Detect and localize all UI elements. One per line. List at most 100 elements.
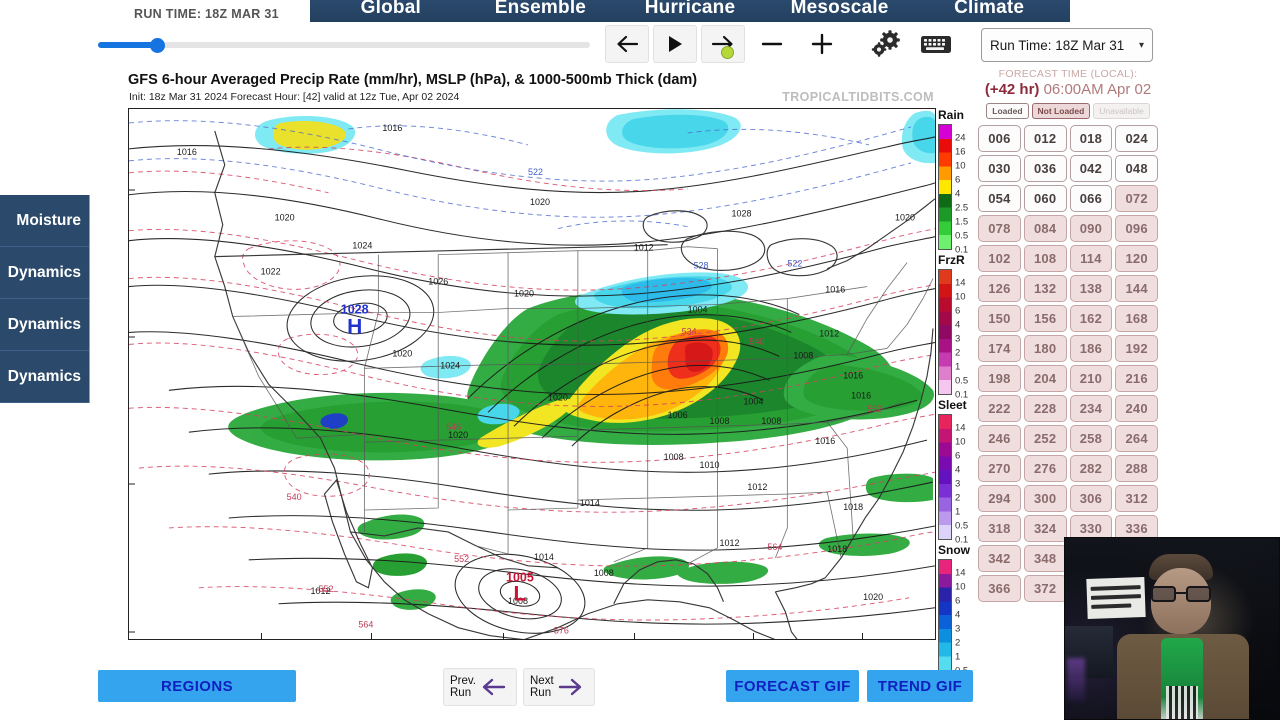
slider-thumb[interactable] [150,38,166,53]
forecast-hour-024[interactable]: 024 [1115,125,1158,152]
forecast-hour-198[interactable]: 198 [978,365,1021,392]
step-forward-button[interactable] [701,25,745,63]
prev-run-button[interactable]: Prev. Run [443,668,517,706]
forecast-hour-132[interactable]: 132 [1023,275,1067,302]
forecast-hour-126[interactable]: 126 [978,275,1021,302]
webcam-overlay[interactable] [1064,537,1280,720]
trend-gif-button[interactable]: TREND GIF [867,670,973,702]
nav-tab-mesoscale[interactable]: Mesoscale [765,0,915,19]
forecast-hour-312[interactable]: 312 [1115,485,1158,512]
forecast-hour-372[interactable]: 372 [1023,575,1067,602]
forecast-hour-216[interactable]: 216 [1115,365,1158,392]
nav-tab-ensemble[interactable]: Ensemble [466,0,616,19]
forecast-hour-222[interactable]: 222 [978,395,1021,422]
settings-button[interactable] [863,25,909,63]
colorbar-rain: Rain 24 16 10 6 4 2.5 1.5 0.5 0.1 [938,108,972,256]
forecast-hour-162[interactable]: 162 [1069,305,1113,332]
forecast-hour-294[interactable]: 294 [978,485,1021,512]
forecast-hour-078[interactable]: 078 [978,215,1021,242]
forecast-hour-264[interactable]: 264 [1115,425,1158,452]
forecast-hour-012[interactable]: 012 [1023,125,1067,152]
forecast-hour-234[interactable]: 234 [1069,395,1113,422]
forecast-hour-150[interactable]: 150 [978,305,1021,332]
nav-tab-hurricane[interactable]: Hurricane [615,0,765,19]
forecast-hour-156[interactable]: 156 [1023,305,1067,332]
next-run-line1: Next [530,674,554,687]
forecast-hour-306[interactable]: 306 [1069,485,1113,512]
forecast-hour-102[interactable]: 102 [978,245,1021,272]
forecast-hour-120[interactable]: 120 [1115,245,1158,272]
sidebar-item-dynamics-2[interactable]: Dynamics [0,299,89,351]
forecast-hour-342[interactable]: 342 [978,545,1021,572]
rain-tick-5: 2.5 [955,202,969,214]
sleet-tick-3: 4 [955,464,961,476]
forecast-hour-258[interactable]: 258 [1069,425,1113,452]
forecast-hour-138[interactable]: 138 [1069,275,1113,302]
forecast-hour-174[interactable]: 174 [978,335,1021,362]
rain-tick-4: 4 [955,188,961,200]
sidebar-item-dynamics-3[interactable]: Dynamics [0,351,89,403]
webcam-poster [1086,577,1146,619]
keyboard-button[interactable] [913,25,959,63]
svg-text:1014: 1014 [580,498,600,508]
forecast-hour-252[interactable]: 252 [1023,425,1067,452]
run-time-select[interactable]: Run Time: 18Z Mar 31 ▾ [981,28,1153,62]
forecast-hour-168[interactable]: 168 [1115,305,1158,332]
forecast-hour-228[interactable]: 228 [1023,395,1067,422]
forecast-hour-282[interactable]: 282 [1069,455,1113,482]
forecast-hour-192[interactable]: 192 [1115,335,1158,362]
forecast-hour-084[interactable]: 084 [1023,215,1067,242]
forecast-hour-048[interactable]: 048 [1115,155,1158,182]
forecast-hour-300[interactable]: 300 [1023,485,1067,512]
zoom-out-button[interactable] [749,25,795,63]
regions-button[interactable]: REGIONS [98,670,296,702]
svg-text:540: 540 [287,492,302,502]
forecast-hour-072[interactable]: 072 [1115,185,1158,212]
svg-text:1018: 1018 [843,502,863,512]
forecast-hour-042[interactable]: 042 [1069,155,1113,182]
forecast-hour-180[interactable]: 180 [1023,335,1067,362]
next-run-button[interactable]: Next Run [523,668,595,706]
forecast-hour-204[interactable]: 204 [1023,365,1067,392]
forecast-hour-090[interactable]: 090 [1069,215,1113,242]
forecast-hour-276[interactable]: 276 [1023,455,1067,482]
forecast-hour-066[interactable]: 066 [1069,185,1113,212]
forecast-hour-366[interactable]: 366 [978,575,1021,602]
forecast-hour-054[interactable]: 054 [978,185,1021,212]
forecast-hour-288[interactable]: 288 [1115,455,1158,482]
nav-tab-climate[interactable]: Climate [914,0,1064,19]
low-pressure-center: 1005 L [506,571,534,606]
forecast-hour-096[interactable]: 096 [1115,215,1158,242]
forecast-hour-slider[interactable] [98,36,590,54]
forecast-hour-318[interactable]: 318 [978,515,1021,542]
snow-tick-2: 6 [955,595,961,607]
rain-tick-2: 10 [955,160,966,172]
forecast-hour-114[interactable]: 114 [1069,245,1113,272]
forecast-hour-210[interactable]: 210 [1069,365,1113,392]
forecast-hour-270[interactable]: 270 [978,455,1021,482]
forecast-hour-108[interactable]: 108 [1023,245,1067,272]
step-back-button[interactable] [605,25,649,63]
forecast-hour-186[interactable]: 186 [1069,335,1113,362]
forecast-hour-240[interactable]: 240 [1115,395,1158,422]
forecast-hour-018[interactable]: 018 [1069,125,1113,152]
forecast-hour-348[interactable]: 348 [1023,545,1067,572]
svg-text:1020: 1020 [275,213,295,223]
forecast-hour-060[interactable]: 060 [1023,185,1067,212]
forecast-hour-030[interactable]: 030 [978,155,1021,182]
forecast-gif-button[interactable]: FORECAST GIF [726,670,859,702]
sidebar-item-moisture[interactable]: Moisture [0,195,89,247]
forecast-hour-246[interactable]: 246 [978,425,1021,452]
play-button[interactable] [653,25,697,63]
forecast-hour-036[interactable]: 036 [1023,155,1067,182]
svg-text:1008: 1008 [594,568,614,578]
forecast-hour-006[interactable]: 006 [978,125,1021,152]
zoom-in-button[interactable] [799,25,845,63]
sidebar-item-dynamics-1[interactable]: Dynamics [0,247,89,299]
nav-tab-global[interactable]: Global [316,0,466,19]
weather-map[interactable]: 1016 1020 1022 1024 1026 1020 1024 1020 … [128,108,936,640]
forecast-hour-324[interactable]: 324 [1023,515,1067,542]
forecast-hour-144[interactable]: 144 [1115,275,1158,302]
chevron-down-icon: ▾ [1138,39,1144,51]
rain-tick-1: 16 [955,146,966,158]
